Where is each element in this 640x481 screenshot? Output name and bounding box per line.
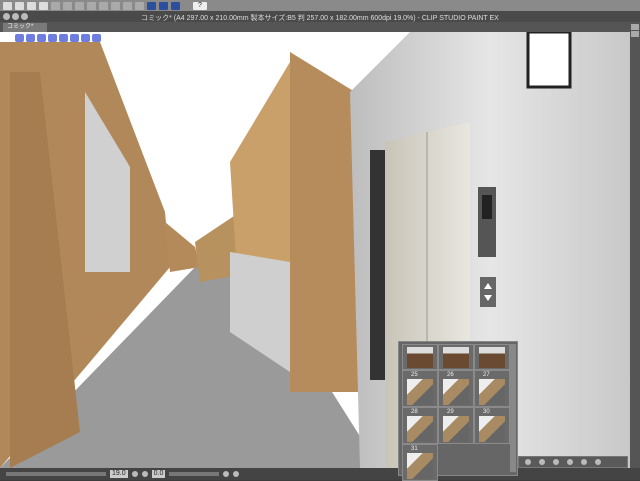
- thumbnail-item[interactable]: [402, 344, 438, 370]
- tab-bar: コミック*: [0, 22, 630, 32]
- zoom-slider[interactable]: [6, 472, 106, 476]
- thumbnail-item[interactable]: [474, 344, 510, 370]
- tab-comic[interactable]: コミック*: [3, 23, 47, 32]
- zoom-in-icon[interactable]: [141, 471, 148, 477]
- select-icon[interactable]: [75, 1, 84, 10]
- object-scale-icon[interactable]: [81, 34, 90, 42]
- thumbnail-item[interactable]: 26: [438, 370, 474, 407]
- canvas-3d-view[interactable]: [0, 32, 630, 468]
- thumbnail-item[interactable]: 31: [402, 444, 438, 481]
- thumbnail-item[interactable]: 29: [438, 407, 474, 444]
- thumbnail-item[interactable]: 30: [474, 407, 510, 444]
- snap-grid-icon[interactable]: [171, 1, 180, 10]
- snap-ruler-icon[interactable]: [147, 1, 156, 10]
- vertical-scrollbar[interactable]: [630, 22, 640, 468]
- fill-icon[interactable]: [99, 1, 108, 10]
- object-rotate-icon[interactable]: [48, 34, 57, 42]
- rotate-left-icon[interactable]: [223, 471, 230, 477]
- scroll-down-icon[interactable]: [631, 31, 639, 37]
- reset-icon[interactable]: [567, 459, 573, 465]
- material-icon[interactable]: [581, 459, 587, 465]
- door-frame: [370, 150, 386, 380]
- thumbnail-item[interactable]: 27: [474, 370, 510, 407]
- 3d-object-launcher: [518, 456, 628, 468]
- camera-move-icon[interactable]: [37, 34, 46, 42]
- corridor-scene: [0, 32, 630, 468]
- new-file-icon[interactable]: [15, 1, 24, 10]
- redo-icon[interactable]: [63, 1, 72, 10]
- rotate-right-icon[interactable]: [233, 471, 240, 477]
- rotation-slider[interactable]: [169, 472, 220, 476]
- snap-special-icon[interactable]: [159, 1, 168, 10]
- 3d-camera-controls: [15, 34, 101, 42]
- transform-icon[interactable]: [87, 1, 96, 10]
- app-menu-icon[interactable]: [3, 1, 12, 10]
- scroll-up-icon[interactable]: [631, 24, 639, 30]
- command-bar: ?: [0, 0, 640, 11]
- camera-rotate-icon[interactable]: [15, 34, 24, 42]
- camera-pan-icon[interactable]: [26, 34, 35, 42]
- pillar: [290, 52, 360, 392]
- ground-icon[interactable]: [539, 459, 545, 465]
- zoom-out-icon[interactable]: [131, 471, 138, 477]
- 3d-material-palette: 25 26 27 28 29 30 31: [398, 341, 518, 481]
- crop-icon[interactable]: [111, 1, 120, 10]
- zoom-value[interactable]: 19.0: [110, 470, 128, 478]
- undo-icon[interactable]: [51, 1, 60, 10]
- object-rotate-2-icon[interactable]: [70, 34, 79, 42]
- call-buttons: [480, 277, 496, 307]
- sign: [526, 32, 572, 89]
- title-bar: コミック* (A4 297.00 x 210.00mm 製本サイズ:B5 判 2…: [0, 11, 640, 22]
- ruler-icon[interactable]: [123, 1, 132, 10]
- edit-icon[interactable]: [135, 1, 144, 10]
- thumbnail-item[interactable]: [438, 344, 474, 370]
- camera-icon[interactable]: [595, 459, 601, 465]
- object-move-icon[interactable]: [59, 34, 68, 42]
- open-file-icon[interactable]: [27, 1, 36, 10]
- object-reset-icon[interactable]: [92, 34, 101, 42]
- rotate-icon[interactable]: [553, 459, 559, 465]
- save-icon[interactable]: [39, 1, 48, 10]
- thumbnail-item[interactable]: 25: [402, 370, 438, 407]
- thumbnail-item[interactable]: 28: [402, 407, 438, 444]
- help-button[interactable]: ?: [193, 1, 207, 10]
- status-bar: 19.0 0.0: [0, 468, 640, 480]
- angle-value[interactable]: 0.0: [151, 470, 166, 478]
- palette-scrollbar[interactable]: [510, 344, 516, 472]
- fit-icon[interactable]: [525, 459, 531, 465]
